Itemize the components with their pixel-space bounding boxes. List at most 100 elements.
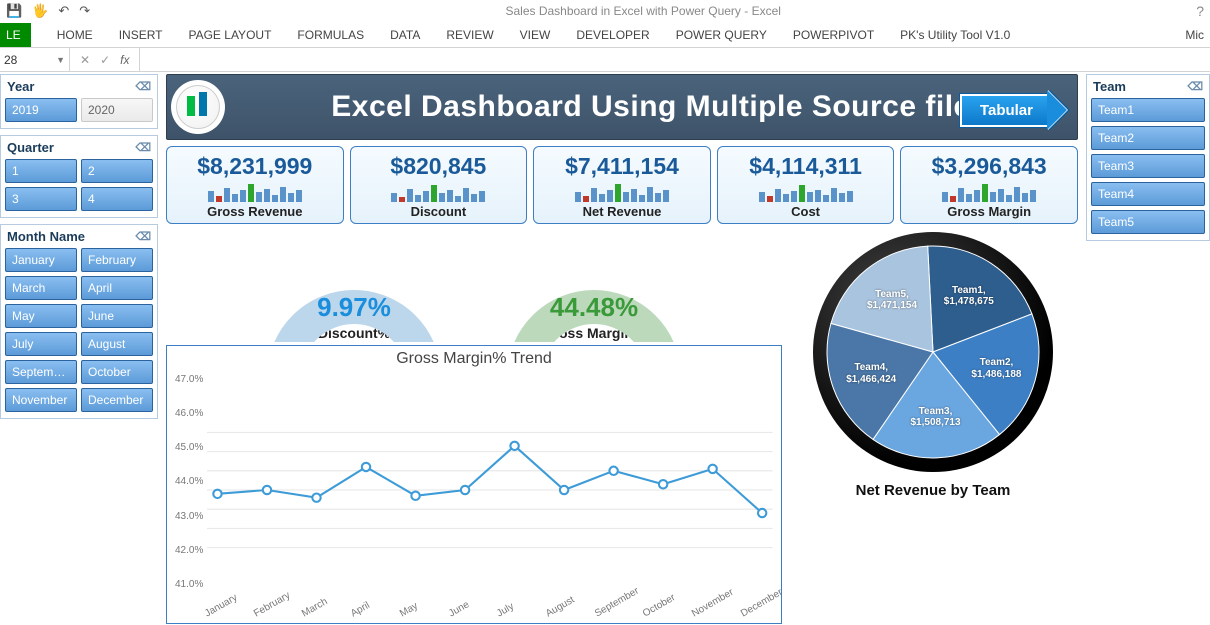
pie-slice-label: Team4,$1,466,424: [831, 362, 911, 385]
sparkline: [759, 182, 853, 202]
slicer-month: Month Name ⌫ JanuaryFebruaryMarchAprilMa…: [0, 224, 158, 419]
chevron-down-icon[interactable]: ▼: [56, 55, 65, 65]
kpi-gross-margin: $3,296,843Gross Margin: [900, 146, 1078, 224]
ribbon-tab-insert[interactable]: INSERT: [119, 28, 163, 42]
ribbon-tab-formulas[interactable]: FORMULAS: [297, 28, 364, 42]
enter-icon[interactable]: ✓: [100, 53, 110, 67]
dashboard-main: Excel Dashboard Using Multiple Source fi…: [162, 74, 1082, 624]
ribbon-tab-power-query[interactable]: POWER QUERY: [676, 28, 767, 42]
slicer-item-february[interactable]: February: [81, 248, 153, 272]
kpi-gross-revenue: $8,231,999 Gross Revenue: [166, 146, 344, 224]
kpi-row: $8,231,999 Gross Revenue $820,845 Discount $…: [162, 146, 1082, 228]
funnel-icon[interactable]: ⌫: [1187, 80, 1203, 93]
slicer-item-1[interactable]: 1: [5, 159, 77, 183]
slicer-item-team5[interactable]: Team5: [1091, 210, 1205, 234]
logo-badge: [171, 80, 225, 134]
slicer-item-3[interactable]: 3: [5, 187, 77, 211]
fx-icon[interactable]: fx: [120, 53, 129, 67]
quick-access-toolbar: 💾 🖐 ↶ ↷ Sales Dashboard in Excel with Po…: [0, 0, 1210, 22]
formula-bar: 28 ▼ ✕ ✓ fx: [0, 48, 1210, 72]
ribbon-tab-developer[interactable]: DEVELOPER: [576, 28, 649, 42]
slicer-item-november[interactable]: November: [5, 388, 77, 412]
help-icon[interactable]: ?: [1196, 3, 1204, 19]
sparkline: [391, 182, 485, 202]
kpi-value: $8,231,999: [197, 153, 312, 180]
pie-slice-label: Team3,$1,508,713: [896, 406, 976, 429]
name-box[interactable]: 28 ▼: [0, 48, 70, 71]
sparkline: [575, 182, 669, 202]
kpi-value: $820,845: [390, 153, 486, 180]
ribbon-tab-pk-s-utility-tool-v1-0[interactable]: PK's Utility Tool V1.0: [900, 28, 1010, 42]
ribbon-tab-powerpivot[interactable]: POWERPIVOT: [793, 28, 874, 42]
slicer-item-2020[interactable]: 2020: [81, 98, 153, 122]
slicer-item-april[interactable]: April: [81, 276, 153, 300]
right-slicer-column: Team ⌫ Team1 Team2 Team3 Team4 Team5: [1082, 74, 1210, 624]
ribbon-tab-home[interactable]: HOME: [57, 28, 93, 42]
slicer-item-december[interactable]: December: [81, 388, 153, 412]
slicer-item-team4[interactable]: Team4: [1091, 182, 1205, 206]
account-name[interactable]: Mic: [1185, 28, 1204, 42]
slicer-team: Team ⌫ Team1 Team2 Team3 Team4 Team5: [1086, 74, 1210, 241]
tabular-button[interactable]: Tabular: [960, 90, 1067, 130]
kpi-cost: $4,114,311 Cost: [717, 146, 895, 224]
discount-pct: 9.97%: [317, 292, 391, 323]
slicer-item-2[interactable]: 2: [81, 159, 153, 183]
slicer-item-march[interactable]: March: [5, 276, 77, 300]
slicer-year: Year ⌫ 20192020: [0, 74, 158, 129]
ribbon-tab-data[interactable]: DATA: [390, 28, 420, 42]
cancel-icon[interactable]: ✕: [80, 53, 90, 67]
slicer-item-january[interactable]: January: [5, 248, 77, 272]
donut-margin: 44.48% Gross Margin%: [494, 232, 694, 341]
slicer-item-may[interactable]: May: [5, 304, 77, 328]
slicer-title: Team: [1093, 79, 1126, 94]
slicer-item-team1[interactable]: Team1: [1091, 98, 1205, 122]
slicer-item-august[interactable]: August: [81, 332, 153, 356]
kpi-label: Net Revenue: [583, 204, 662, 219]
slicer-item-team3[interactable]: Team3: [1091, 154, 1205, 178]
sparkline: [208, 182, 302, 202]
slicer-item-4[interactable]: 4: [81, 187, 153, 211]
dashboard: Year ⌫ 20192020 Quarter ⌫ 1234 Month Nam…: [0, 72, 1210, 624]
kpi-net-revenue: $7,411,154 Net Revenue: [533, 146, 711, 224]
slicer-title: Quarter: [7, 140, 54, 155]
slicer-quarter: Quarter ⌫ 1234: [0, 135, 158, 218]
pie-chart: Team1,$1,478,675Team2,$1,486,188Team3,$1…: [813, 232, 1053, 472]
kpi-label: Gross Revenue: [207, 204, 302, 219]
slicer-item-october[interactable]: October: [81, 360, 153, 384]
kpi-label: Cost: [791, 204, 820, 219]
pie-slice-label: Team5,$1,471,154: [852, 289, 932, 312]
undo-icon[interactable]: ↶: [58, 3, 69, 19]
pie-caption: Net Revenue by Team: [856, 482, 1011, 499]
save-icon[interactable]: 💾: [6, 3, 22, 19]
kpi-value: $4,114,311: [749, 153, 862, 180]
window-title: Sales Dashboard in Excel with Power Quer…: [100, 4, 1186, 18]
redo-icon[interactable]: ↷: [79, 3, 90, 19]
dashboard-title: Excel Dashboard Using Multiple Source fi…: [225, 90, 1077, 124]
funnel-icon[interactable]: ⌫: [135, 230, 151, 243]
pie-slice-label: Team2,$1,486,188: [956, 357, 1036, 380]
slicer-item-team2[interactable]: Team2: [1091, 126, 1205, 150]
left-slicer-column: Year ⌫ 20192020 Quarter ⌫ 1234 Month Nam…: [0, 74, 162, 624]
slicer-item-july[interactable]: July: [5, 332, 77, 356]
ribbon-tab-view[interactable]: VIEW: [520, 28, 551, 42]
dashboard-banner: Excel Dashboard Using Multiple Source fi…: [166, 74, 1078, 140]
slicer-item-june[interactable]: June: [81, 304, 153, 328]
ribbon-tab-page-layout[interactable]: PAGE LAYOUT: [188, 28, 271, 42]
slicer-item-septem…[interactable]: Septem…: [5, 360, 77, 384]
slicer-title: Month Name: [7, 229, 85, 244]
kpi-value: $3,296,843: [932, 153, 1047, 180]
trend-chart: Gross Margin% Trend 47.0%46.0%45.0%44.0%…: [166, 345, 782, 624]
slicer-title: Year: [7, 79, 34, 94]
kpi-label: Discount: [411, 204, 467, 219]
kpi-value: $7,411,154: [565, 153, 679, 180]
trend-plot-area: [207, 370, 773, 610]
arrow-right-icon: [1047, 90, 1067, 130]
ribbon-tab-review[interactable]: REVIEW: [446, 28, 493, 42]
slicer-item-2019[interactable]: 2019: [5, 98, 77, 122]
touch-icon[interactable]: 🖐: [32, 3, 48, 19]
donut-discount: 9.97% Discount%: [254, 232, 454, 341]
name-box-value: 28: [4, 53, 17, 67]
ribbon-tab-file[interactable]: LE: [0, 23, 31, 47]
funnel-icon[interactable]: ⌫: [135, 80, 151, 93]
funnel-icon[interactable]: ⌫: [135, 141, 151, 154]
